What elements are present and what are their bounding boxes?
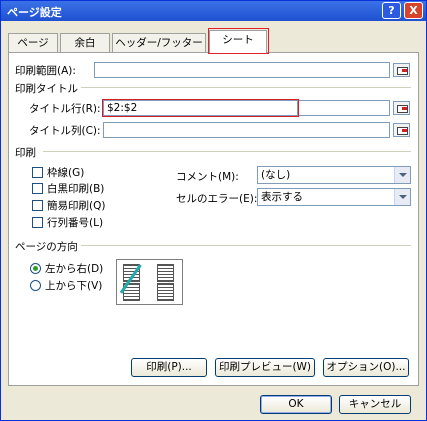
title-rows-label: タイトル行(R): (29, 103, 101, 115)
print-button[interactable]: 印刷(P)... (131, 358, 207, 377)
tab-margins[interactable]: 余白 (60, 33, 110, 52)
top-to-bottom-radio[interactable] (30, 280, 41, 291)
title-cols-label: タイトル列(C): (29, 125, 101, 137)
close-button[interactable]: X (404, 2, 423, 19)
chevron-down-icon[interactable] (394, 167, 410, 183)
print-area-collapse-icon[interactable] (393, 63, 410, 77)
tab-header-footer[interactable]: ヘッダー/フッター (112, 33, 206, 52)
comments-select[interactable]: (なし) (257, 166, 411, 184)
black-white-label: 白黒印刷(B) (47, 183, 105, 195)
print-heading: 印刷 (15, 147, 36, 159)
print-preview-button[interactable]: 印刷プレビュー(W) (215, 358, 315, 377)
gridlines-checkbox[interactable] (32, 167, 43, 178)
comments-value: (なし) (261, 169, 291, 181)
cell-errors-label: セルのエラー(E): (176, 193, 258, 205)
title-cols-collapse-icon[interactable] (393, 123, 410, 137)
help-button[interactable]: ? (382, 2, 401, 19)
title-bar: ページ設定 ? X (1, 1, 426, 21)
tab-sheet[interactable]: シート (208, 28, 269, 54)
page-icon (157, 264, 174, 282)
row-col-headings-checkbox[interactable] (32, 217, 43, 228)
divider (43, 151, 411, 152)
page-setup-dialog: ページ設定 ? X ページ 余白 ヘッダー/フッター シート 印刷範囲(A): … (0, 0, 427, 421)
gridlines-label: 枠線(G) (47, 167, 85, 179)
title-cols-field[interactable] (103, 122, 390, 138)
print-area-label: 印刷範囲(A): (15, 65, 76, 77)
draft-quality-checkbox[interactable] (32, 200, 43, 211)
row-col-headings-label: 行列番号(L) (47, 217, 104, 229)
options-button[interactable]: オプション(O)... (323, 358, 409, 377)
page-icon (157, 283, 174, 301)
title-rows-field[interactable]: $2:$2 (102, 99, 299, 117)
print-area-field[interactable] (94, 62, 390, 78)
sheet-panel: 印刷範囲(A): 印刷タイトル タイトル行(R): $2:$2 タイトル列(C)… (8, 52, 419, 386)
cell-errors-value: 表示する (261, 191, 303, 203)
title-rows-collapse-icon[interactable] (393, 101, 410, 115)
left-to-right-radio[interactable] (30, 263, 41, 274)
divider (81, 245, 411, 246)
print-titles-heading: 印刷タイトル (15, 83, 78, 95)
divider (81, 87, 411, 88)
cell-errors-select[interactable]: 表示する (257, 188, 411, 206)
top-to-bottom-label: 上から下(V) (45, 280, 103, 292)
chevron-down-icon[interactable] (394, 189, 410, 205)
black-white-checkbox[interactable] (32, 183, 43, 194)
left-to-right-label: 左から右(D) (45, 263, 104, 275)
comments-label: コメント(M): (176, 171, 239, 183)
draft-quality-label: 簡易印刷(Q) (47, 200, 106, 212)
title-rows-field-tail[interactable] (299, 100, 390, 116)
ok-button[interactable]: OK (260, 395, 332, 414)
tab-page[interactable]: ページ (8, 33, 58, 52)
dialog-title: ページ設定 (7, 6, 62, 19)
page-order-preview (116, 259, 183, 305)
page-order-heading: ページの方向 (15, 241, 78, 253)
cancel-button[interactable]: キャンセル (339, 395, 411, 414)
